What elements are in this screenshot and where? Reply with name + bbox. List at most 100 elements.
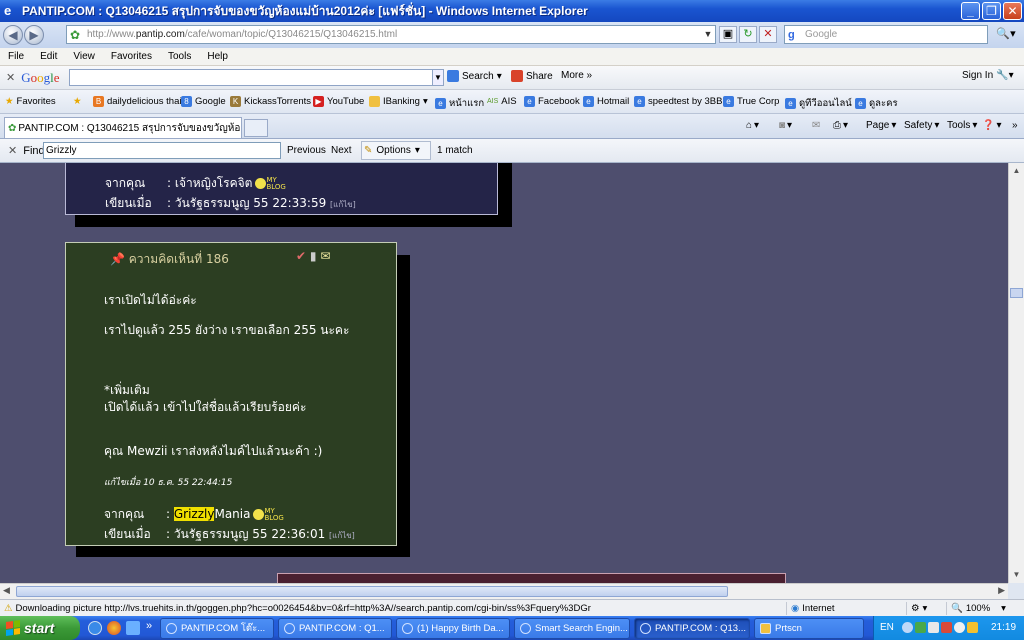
- clock[interactable]: 21:19: [991, 622, 1016, 633]
- favorite-ais[interactable]: AIS AIS: [487, 96, 517, 107]
- my-blog-badge[interactable]: MY BLOG: [264, 507, 283, 522]
- taskbar-item-active[interactable]: PANTIP.COM : Q13...: [634, 618, 750, 639]
- google-g-icon: [447, 70, 459, 82]
- favorite-youtube[interactable]: ▶ YouTube: [313, 96, 364, 107]
- taskbar-item[interactable]: Smart Search Engin...: [514, 618, 630, 639]
- mail-button[interactable]: ✉: [812, 120, 820, 131]
- find-previous-button[interactable]: Previous: [287, 145, 326, 156]
- favorite-google[interactable]: 8 Google: [181, 96, 226, 107]
- menu-help[interactable]: Help: [207, 51, 228, 62]
- favorite-ibanking[interactable]: IBanking ▾: [369, 96, 428, 107]
- tray-volume-icon[interactable]: [928, 622, 939, 633]
- minimize-button[interactable]: _: [961, 2, 980, 20]
- favorite-facebook[interactable]: e Facebook: [524, 96, 580, 107]
- horizontal-scrollbar[interactable]: ◀ ▶: [0, 583, 1008, 599]
- overflow-chevron-icon[interactable]: »: [1012, 120, 1018, 131]
- scroll-up-icon[interactable]: ▲: [1009, 163, 1024, 179]
- feeds-button[interactable]: ◙ ▾: [779, 120, 792, 131]
- taskbar-item[interactable]: Prtscn: [754, 618, 864, 639]
- tray-network-icon[interactable]: [915, 622, 926, 633]
- security-zone[interactable]: ◉ Internet: [786, 602, 906, 615]
- print-button[interactable]: ⎙ ▾: [833, 120, 848, 131]
- find-options-button[interactable]: ✎ Options ▾: [361, 141, 431, 160]
- compatibility-view-button[interactable]: ▣: [719, 26, 737, 43]
- start-button[interactable]: start: [0, 616, 80, 640]
- close-button[interactable]: ✕: [1003, 2, 1022, 20]
- quicklaunch-ie-icon[interactable]: [88, 621, 102, 635]
- edit-link[interactable]: [แก้ไข]: [329, 531, 355, 540]
- forward-button[interactable]: ▶: [24, 25, 44, 45]
- address-bar[interactable]: ✿ http://www.pantip.com/cafe/woman/topic…: [66, 25, 716, 44]
- google-search-input[interactable]: [69, 69, 434, 86]
- taskbar-item[interactable]: PANTIP.COM : Q1...: [278, 618, 392, 639]
- favorite-kickasstorrents[interactable]: K KickassTorrents: [230, 96, 311, 107]
- zoom-level[interactable]: 🔍 100% ▾: [946, 602, 1024, 615]
- menu-file[interactable]: File: [8, 51, 24, 62]
- tray-security-icon[interactable]: [967, 622, 978, 633]
- refresh-button[interactable]: ↻: [739, 26, 757, 43]
- quicklaunch-chrome-icon[interactable]: [107, 621, 121, 635]
- protected-mode[interactable]: ⚙ ▾: [906, 602, 946, 615]
- address-url[interactable]: http://www.pantip.com/cafe/woman/topic/Q…: [87, 29, 397, 40]
- quicklaunch-desktop-icon[interactable]: [126, 621, 140, 635]
- my-blog-badge[interactable]: MY BLOG: [266, 176, 285, 191]
- address-dropdown-icon[interactable]: ▼: [701, 26, 715, 43]
- favorite-dailydelicious[interactable]: Bdailydelicious thai: [93, 96, 181, 107]
- comment-author[interactable]: : เจ้าหญิงโรคจิต: [167, 176, 252, 190]
- trash-icon[interactable]: ▮: [310, 249, 317, 263]
- tools-menu[interactable]: Tools ▾: [947, 120, 977, 131]
- language-indicator[interactable]: EN: [880, 622, 894, 633]
- favorite-drama[interactable]: e ดูละคร: [855, 96, 898, 111]
- scroll-left-icon[interactable]: ◀: [3, 585, 10, 596]
- taskbar-item[interactable]: (1) Happy Birth Da...: [396, 618, 510, 639]
- close-find-icon[interactable]: ✕: [8, 144, 17, 157]
- scroll-down-icon[interactable]: ▼: [1009, 567, 1024, 583]
- menu-tools[interactable]: Tools: [168, 51, 191, 62]
- quicklaunch-more-icon[interactable]: »: [146, 620, 152, 632]
- horizontal-scroll-thumb[interactable]: [16, 586, 728, 597]
- comment-author[interactable]: Mania: [214, 507, 250, 521]
- menu-favorites[interactable]: Favorites: [111, 51, 152, 62]
- taskbar: start » PANTIP.COM โต๊ะ... PANTIP.COM : …: [0, 616, 1024, 640]
- stop-button[interactable]: ✕: [759, 26, 777, 43]
- safety-menu[interactable]: Safety ▾: [904, 120, 939, 131]
- edit-link[interactable]: [แก้ไข]: [330, 200, 356, 209]
- more-button[interactable]: More »: [561, 70, 592, 81]
- tray-antivirus-icon[interactable]: [941, 622, 952, 633]
- menu-edit[interactable]: Edit: [40, 51, 57, 62]
- scroll-right-icon[interactable]: ▶: [998, 585, 1005, 596]
- tray-info-icon[interactable]: [902, 622, 913, 633]
- sign-in-button[interactable]: Sign In 🔧▾: [962, 70, 1014, 81]
- taskbar-item[interactable]: PANTIP.COM โต๊ะ...: [160, 618, 274, 639]
- search-box[interactable]: g Google: [784, 25, 988, 44]
- private-message-icon[interactable]: ✉: [320, 249, 330, 263]
- back-button[interactable]: ◀: [3, 25, 23, 45]
- favorite-homepage[interactable]: e หน้าแรก: [435, 96, 484, 111]
- favorites-button[interactable]: ★ Favorites: [5, 96, 56, 107]
- vote-check-icon[interactable]: ✔: [296, 249, 306, 263]
- find-highlight[interactable]: Grizzly: [173, 507, 215, 521]
- favorite-hotmail[interactable]: e Hotmail: [583, 96, 629, 107]
- favorite-speedtest[interactable]: e speedtest by 3BB: [634, 96, 722, 107]
- close-toolbar-icon[interactable]: ✕: [6, 71, 15, 84]
- tab-active[interactable]: ✿ PANTIP.COM : Q13046215 สรุปการจับของขว…: [4, 117, 242, 138]
- scroll-thumb[interactable]: [1010, 288, 1023, 298]
- maximize-button[interactable]: ❐: [982, 2, 1001, 20]
- tray-sync-icon[interactable]: [954, 622, 965, 633]
- wrench-icon[interactable]: 🔧▾: [996, 70, 1013, 81]
- new-tab-button[interactable]: [244, 119, 268, 137]
- favorite-tv-online[interactable]: e ดูทีวีออนไลน์: [785, 96, 852, 111]
- search-go-icon[interactable]: 🔍▾: [992, 26, 1020, 43]
- add-favorite-icon[interactable]: ★: [73, 96, 82, 107]
- google-search-button[interactable]: Search ▾: [447, 70, 502, 82]
- google-search-dropdown-icon[interactable]: ▼: [432, 69, 444, 86]
- page-menu[interactable]: Page ▾: [866, 120, 896, 131]
- help-button[interactable]: ❓ ▾: [982, 120, 1001, 131]
- find-next-button[interactable]: Next: [331, 145, 352, 156]
- favorite-truecorp[interactable]: e True Corp: [723, 96, 779, 107]
- menu-view[interactable]: View: [73, 51, 95, 62]
- vertical-scrollbar[interactable]: ▲ ▼: [1008, 163, 1024, 583]
- share-button[interactable]: Share: [511, 70, 553, 82]
- home-button[interactable]: ⌂ ▾: [746, 120, 759, 131]
- find-input[interactable]: Grizzly: [43, 142, 281, 159]
